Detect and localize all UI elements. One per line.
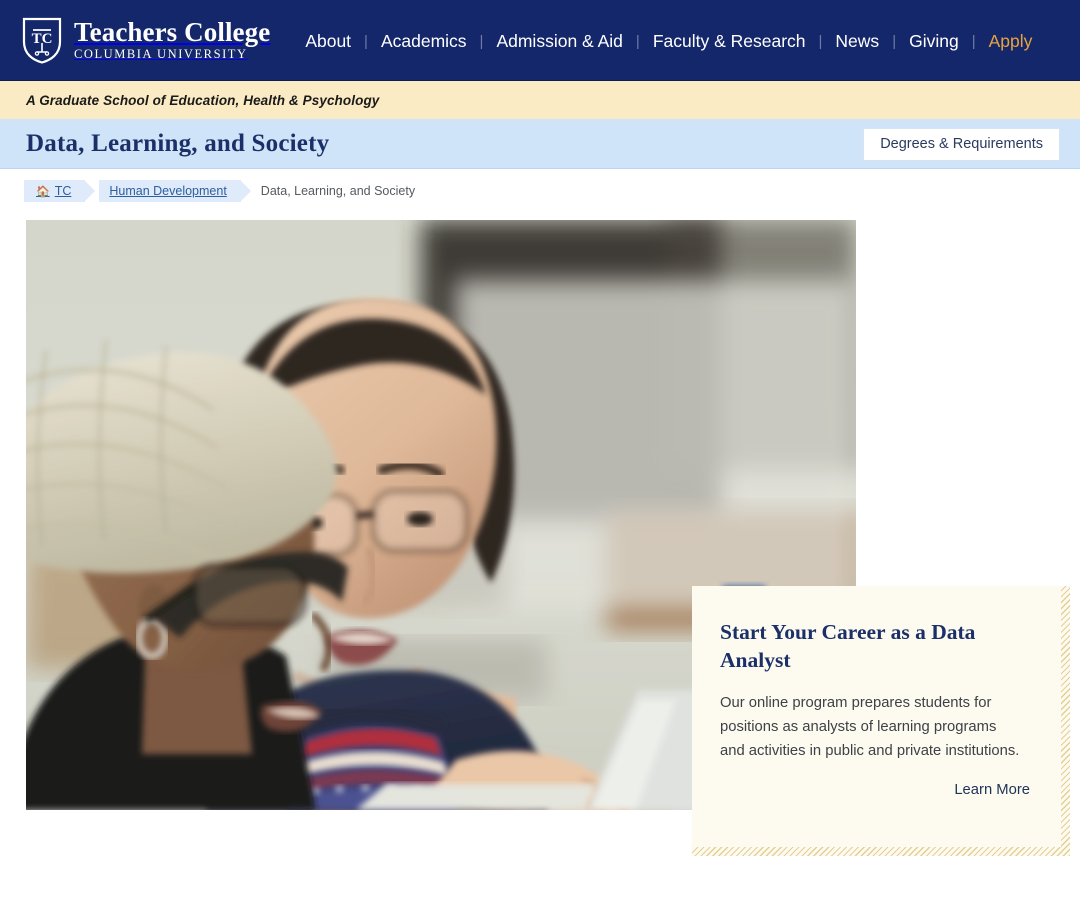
nav-item-faculty-research[interactable]: Faculty & Research [640, 31, 819, 52]
page-title: Data, Learning, and Society [26, 129, 330, 157]
nav-item-about[interactable]: About [292, 31, 364, 52]
nav-item-admission-aid[interactable]: Admission & Aid [483, 31, 635, 52]
shield-tc-icon: TC [22, 16, 62, 64]
breadcrumb: 🏠 TC Human Development Data, Learning, a… [0, 169, 1080, 213]
page-title-bar: Data, Learning, and Society Degrees & Re… [0, 119, 1080, 169]
breadcrumb-list: 🏠 TC Human Development Data, Learning, a… [24, 180, 429, 202]
tagline-text: A Graduate School of Education, Health &… [26, 92, 380, 108]
brand-subtitle: COLUMBIA UNIVERSITY [74, 47, 248, 62]
tagline-bar: A Graduate School of Education, Health &… [0, 80, 1080, 119]
callout-title: Start Your Career as a Data Analyst [720, 620, 976, 673]
site-header: TC Teachers College COLUMBIA UNIVERSITY … [0, 0, 1080, 80]
degrees-requirements-button[interactable]: Degrees & Requirements [863, 128, 1060, 161]
brand-title: Teachers College [74, 17, 271, 48]
nav-item-academics[interactable]: Academics [368, 31, 480, 52]
brand-wordmark: Teachers College COLUMBIA UNIVERSITY [74, 19, 270, 61]
main-content: Start Your Career as a Data Analyst Our … [0, 213, 1080, 898]
logo-home-link[interactable]: TC Teachers College COLUMBIA UNIVERSITY [22, 16, 270, 64]
breadcrumb-item-current: Data, Learning, and Society [260, 184, 416, 198]
nav-item-apply[interactable]: Apply [976, 31, 1046, 52]
breadcrumb-item-human-development[interactable]: Human Development [99, 180, 252, 202]
home-icon: 🏠 [36, 185, 50, 198]
breadcrumb-item-tc[interactable]: 🏠 TC [24, 180, 96, 202]
nav-item-news[interactable]: News [822, 31, 892, 52]
breadcrumb-label: TC [54, 184, 72, 198]
callout-link-row: Learn More [720, 781, 1034, 799]
learn-more-link[interactable]: Learn More [954, 782, 1030, 798]
callout-card: Start Your Career as a Data Analyst Our … [692, 586, 1070, 856]
primary-navigation: About | Academics | Admission & Aid | Fa… [292, 31, 1045, 52]
callout-body: Our online program prepares students for… [720, 694, 1020, 759]
nav-item-giving[interactable]: Giving [896, 31, 972, 52]
